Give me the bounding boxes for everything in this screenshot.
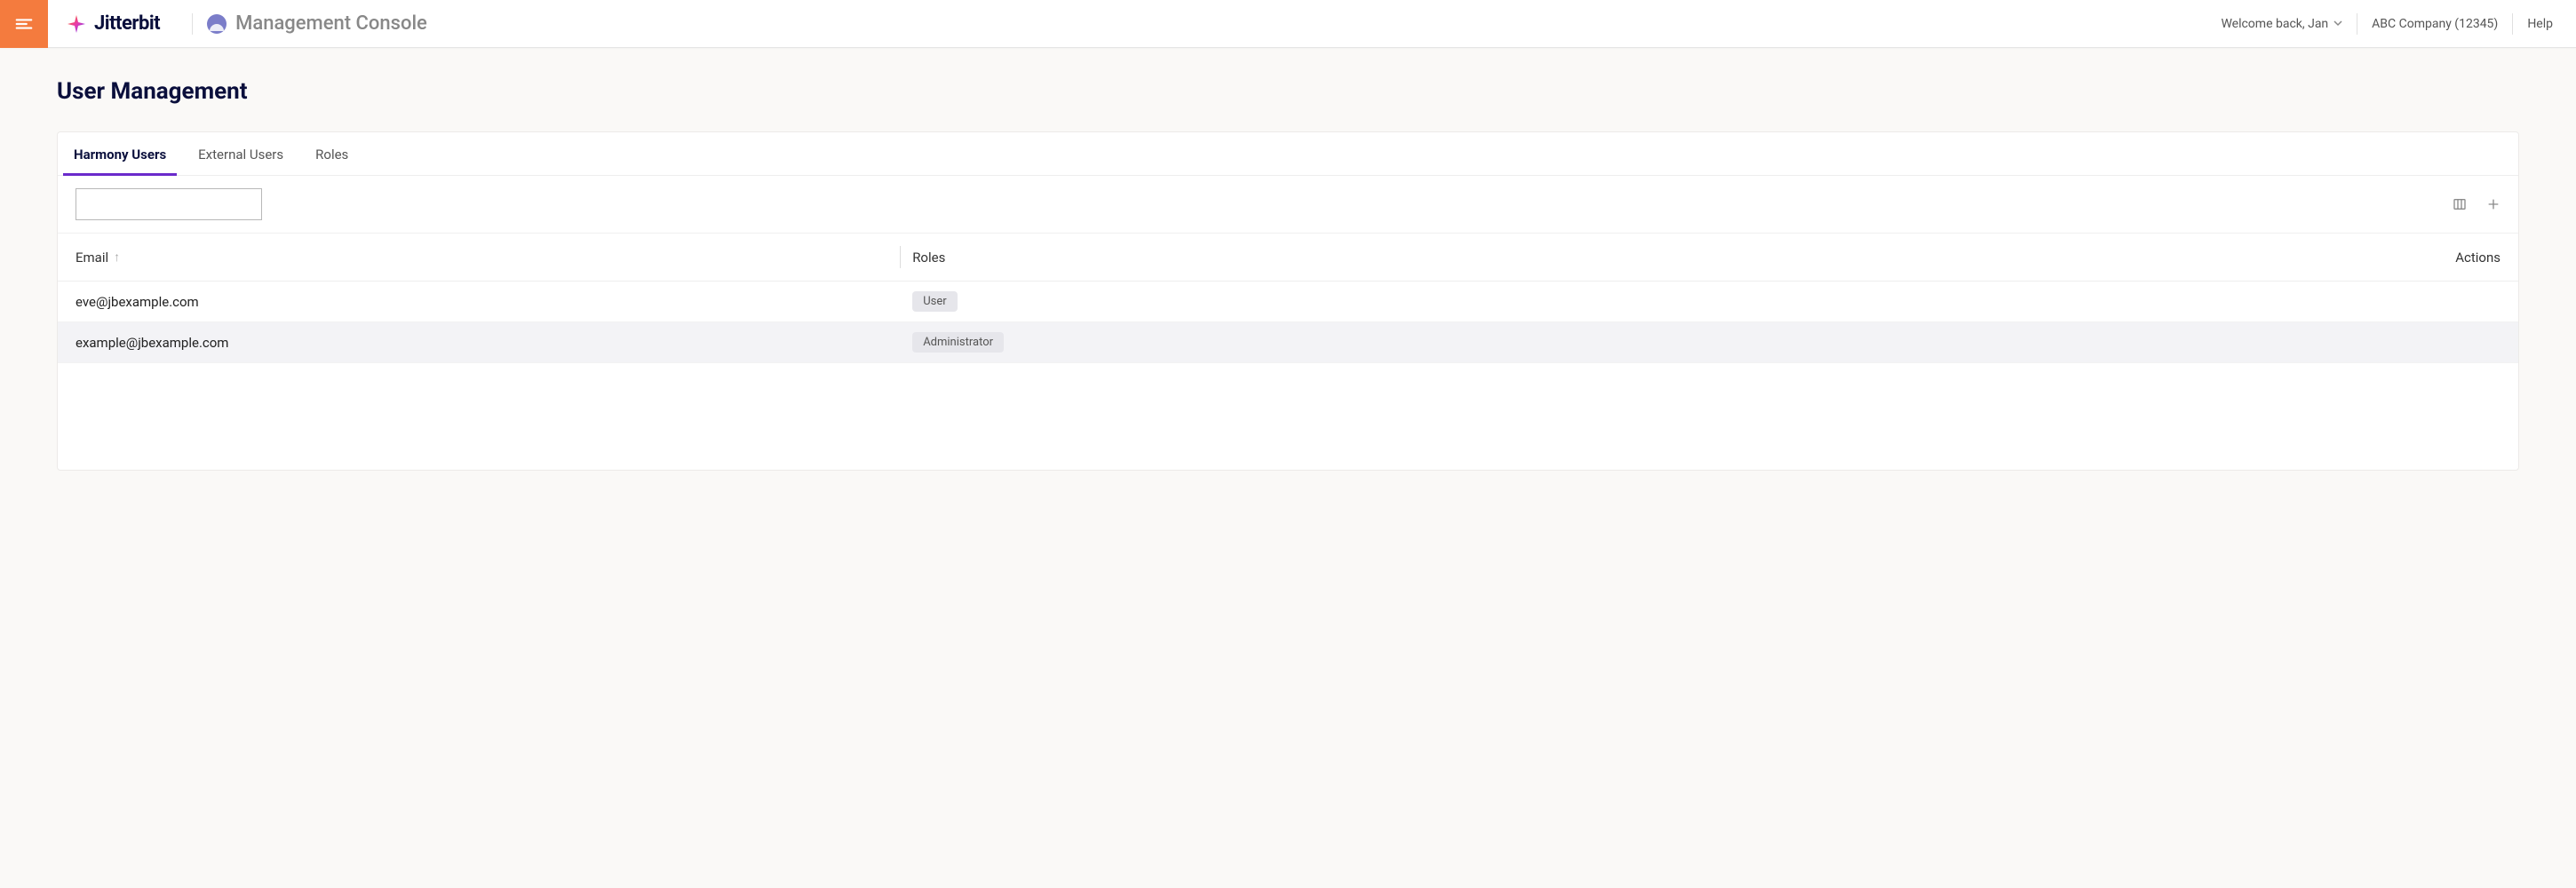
jitterbit-star-icon — [66, 13, 87, 35]
table-row[interactable]: example@jbexample.com Administrator — [58, 322, 2518, 363]
header-divider — [192, 13, 193, 35]
toolbar-actions — [2453, 197, 2500, 211]
tab-harmony-users[interactable]: Harmony Users — [70, 132, 170, 175]
top-header: Jitterbit Management Console Welcome bac… — [0, 0, 2576, 48]
cell-email: example@jbexample.com — [76, 335, 900, 351]
org-text: ABC Company (12345) — [2372, 17, 2498, 31]
tab-roles[interactable]: Roles — [312, 132, 352, 175]
user-management-card: Harmony Users External Users Roles — [57, 131, 2519, 471]
table-body: eve@jbexample.com User example@jbexample… — [58, 281, 2518, 363]
role-chip: User — [912, 291, 957, 312]
role-chip: Administrator — [912, 332, 1004, 353]
console-title-area: Management Console — [207, 12, 427, 35]
cell-roles: User — [900, 291, 2234, 312]
cell-roles: Administrator — [900, 332, 2234, 353]
console-title: Management Console — [235, 12, 427, 35]
column-label: Actions — [2455, 250, 2500, 266]
tab-label: Roles — [315, 147, 348, 163]
plus-icon — [2486, 197, 2500, 211]
org-selector[interactable]: ABC Company (12345) — [2372, 17, 2498, 31]
column-header-roles[interactable]: Roles — [900, 234, 2234, 281]
column-label: Roles — [912, 250, 945, 266]
header-right: Welcome back, Jan ABC Company (12345) He… — [2221, 13, 2576, 35]
column-header-email[interactable]: Email ↑ — [76, 234, 900, 281]
columns-icon — [2453, 197, 2467, 211]
tab-external-users[interactable]: External Users — [195, 132, 287, 175]
help-text: Help — [2527, 17, 2553, 31]
table-header-row: Email ↑ Roles Actions — [58, 234, 2518, 281]
table-toolbar — [58, 176, 2518, 234]
table-row[interactable]: eve@jbexample.com User — [58, 281, 2518, 322]
column-label: Email — [76, 250, 108, 266]
columns-button[interactable] — [2453, 197, 2467, 211]
chevron-down-icon — [2334, 17, 2342, 31]
menu-toggle-button[interactable] — [0, 0, 48, 48]
page-title: User Management — [57, 78, 2519, 105]
cell-email: eve@jbexample.com — [76, 294, 900, 310]
menu-icon — [14, 14, 34, 34]
add-button[interactable] — [2486, 197, 2500, 211]
gauge-icon — [207, 14, 227, 34]
tab-label: External Users — [198, 147, 283, 163]
page-content: User Management Harmony Users External U… — [0, 48, 2576, 501]
help-link[interactable]: Help — [2527, 17, 2553, 31]
sort-ascending-icon: ↑ — [114, 250, 120, 265]
search-input[interactable] — [92, 197, 253, 211]
brand-text: Jitterbit — [94, 12, 160, 35]
column-header-actions: Actions — [2234, 234, 2500, 281]
table-empty-space — [58, 363, 2518, 470]
welcome-text: Welcome back, Jan — [2221, 17, 2328, 31]
brand-logo[interactable]: Jitterbit — [48, 12, 178, 35]
search-box[interactable] — [76, 188, 262, 220]
header-divider — [2512, 13, 2513, 35]
tab-bar: Harmony Users External Users Roles — [58, 132, 2518, 176]
user-menu[interactable]: Welcome back, Jan — [2221, 17, 2342, 31]
tab-label: Harmony Users — [74, 147, 166, 163]
